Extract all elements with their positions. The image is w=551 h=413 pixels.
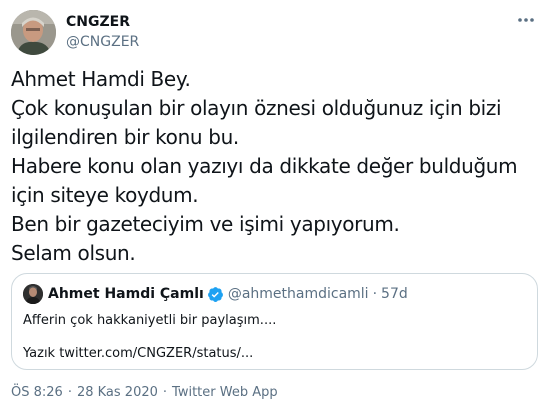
- quoted-tweet-card[interactable]: Ahmet Hamdi Çamlı @ahmethamdicamli · 57d…: [11, 273, 538, 370]
- author-handle[interactable]: @CNGZER: [66, 34, 139, 50]
- tweet-metadata: ÖS 8:26 · 28 Kas 2020 · Twitter Web App: [11, 385, 278, 400]
- quoted-author-avatar[interactable]: [23, 284, 43, 304]
- separator-dot: ·: [162, 385, 168, 400]
- separator-dot: ·: [67, 385, 72, 400]
- tweet-text-line: Çok konuşulan bir olayın öznesi olduğunu…: [11, 96, 502, 120]
- quoted-tweet-header: Ahmet Hamdi Çamlı @ahmethamdicamli · 57d: [23, 284, 408, 304]
- quoted-text-line: Afferin çok hakkaniyetli bir paylaşım...…: [23, 313, 277, 328]
- quoted-text-gap: [23, 330, 276, 345]
- quoted-tweet-text: Afferin çok hakkaniyetli bir paylaşım...…: [23, 312, 276, 363]
- tweet-text-line: Ahmet Hamdi Bey.: [11, 67, 191, 91]
- tweet-text-line: Habere konu olan yazıyı da dikkate değer…: [11, 154, 518, 178]
- separator-dot: ·: [372, 286, 378, 302]
- tweet-date[interactable]: 28 Kas 2020: [77, 385, 158, 400]
- author-name[interactable]: CNGZER: [66, 14, 130, 30]
- author-avatar[interactable]: [11, 10, 56, 55]
- quoted-author-handle[interactable]: @ahmethamdicamli: [228, 286, 369, 302]
- tweet: CNGZER @CNGZER Ahmet Hamdi Bey. Çok konu…: [0, 0, 551, 413]
- tweet-text-line: Ben bir gazeteciyim ve işimi yapıyorum.: [11, 212, 400, 236]
- quoted-author-name[interactable]: Ahmet Hamdi Çamlı: [48, 286, 204, 302]
- tweet-text-line: Selam olsun.: [11, 241, 136, 265]
- tweet-text-line: için siteye koydum.: [11, 183, 199, 207]
- quoted-tweet-time[interactable]: 57d: [381, 286, 408, 302]
- tweet-source[interactable]: Twitter Web App: [172, 385, 278, 400]
- more-horizontal-icon[interactable]: [515, 10, 537, 30]
- quoted-text-line: Yazık twitter.com/CNGZER/status/...: [23, 346, 254, 361]
- tweet-time[interactable]: ÖS 8:26: [11, 385, 63, 400]
- tweet-text-line: ilgilendiren bir konu bu.: [11, 125, 239, 149]
- verified-badge-icon: [207, 286, 224, 303]
- tweet-text: Ahmet Hamdi Bey. Çok konuşulan bir olayı…: [11, 65, 541, 268]
